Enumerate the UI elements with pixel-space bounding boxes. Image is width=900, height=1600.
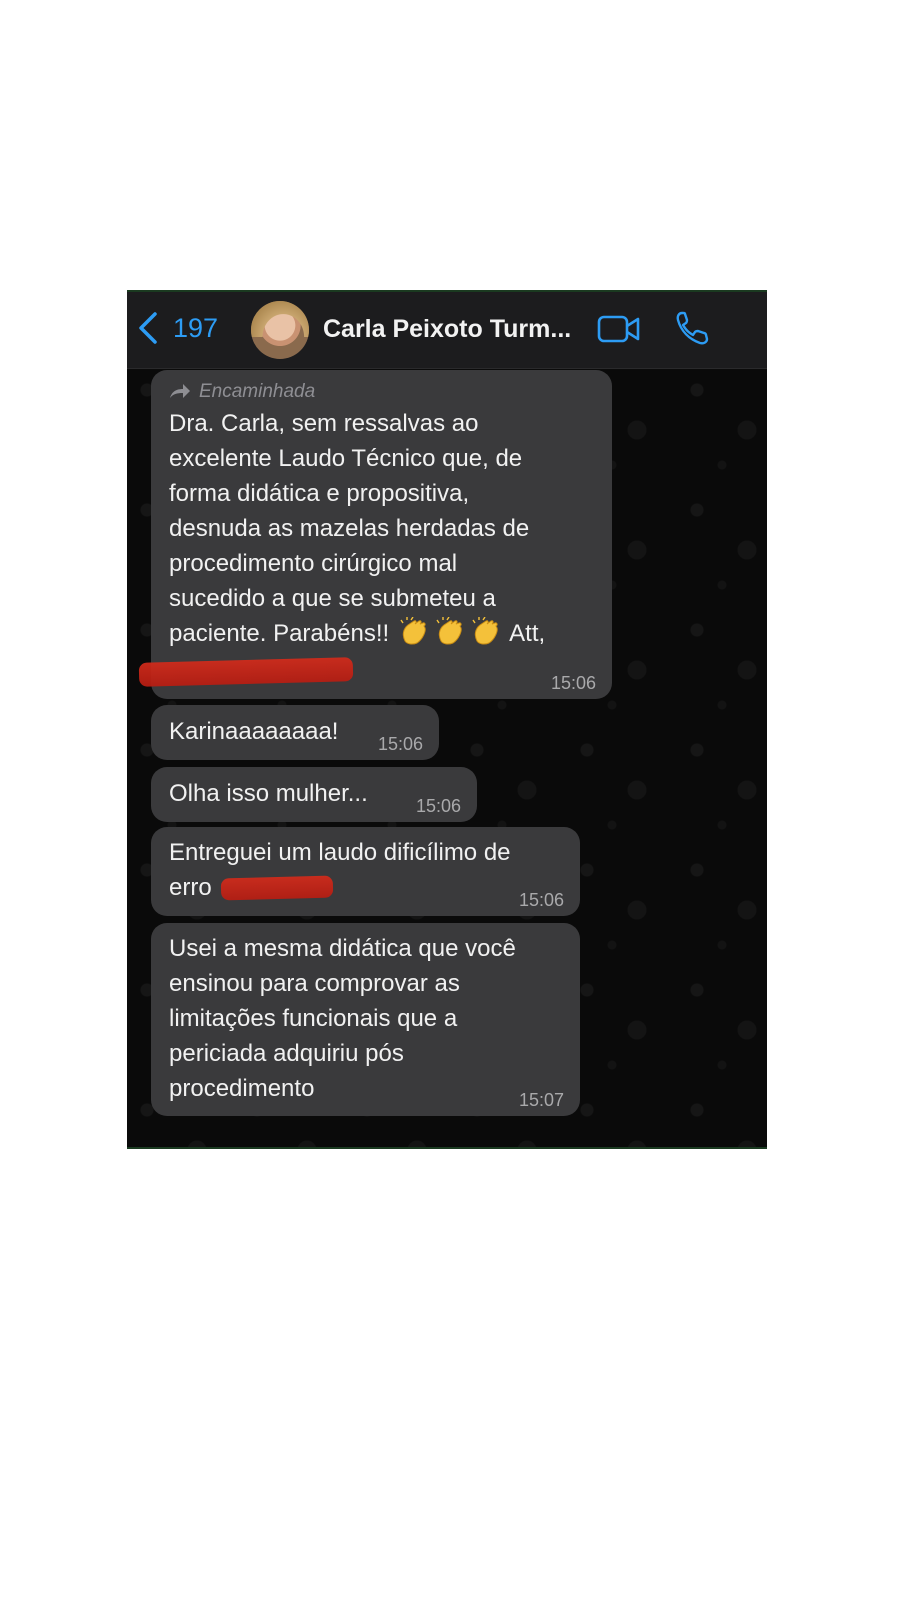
message-time: 15:06 [518, 890, 564, 910]
chat-header: 197 Carla Peixoto Turm... [127, 292, 767, 369]
message-bubble-forwarded[interactable]: Encaminhada Dra. Carla, sem ressalvas ao… [138, 370, 612, 699]
message-bubble[interactable]: Karinaaaaaaaa! 15:06 [151, 705, 439, 760]
redaction-mark [220, 875, 334, 901]
message-bubble[interactable]: Olha isso mulher... 15:06 [151, 767, 477, 822]
message-text: Usei a mesma didática que você ensinou p… [169, 935, 516, 1102]
chat-screen: 197 Carla Peixoto Turm... Encaminhada Dr… [127, 290, 767, 1149]
clapping-hands-emoji [472, 617, 498, 645]
phone-icon[interactable] [675, 310, 709, 346]
avatar[interactable] [251, 301, 309, 359]
message-time: 15:07 [518, 1090, 564, 1110]
forward-arrow-icon [170, 384, 190, 398]
message-text: Dra. Carla, sem ressalvas ao excelente L… [169, 410, 546, 647]
message-time: 15:06 [377, 734, 423, 754]
message-bubble[interactable]: Usei a mesma didática que você ensinou p… [151, 923, 580, 1116]
message-time: 15:06 [415, 796, 461, 816]
video-camera-icon[interactable] [597, 314, 641, 344]
message-time: 15:06 [550, 673, 596, 693]
chat-title[interactable]: Carla Peixoto Turm... [323, 312, 593, 346]
message-bubble[interactable]: Entreguei um laudo dificílimo de erro 15… [151, 827, 580, 916]
unread-count: 197 [173, 312, 219, 343]
clapping-hands-emoji [400, 617, 426, 645]
back-button[interactable]: 197 [137, 310, 218, 346]
redaction-mark [138, 657, 354, 687]
chevron-left-icon [139, 312, 157, 344]
forwarded-label: Encaminhada [169, 370, 594, 406]
clapping-hands-emoji [436, 617, 462, 645]
